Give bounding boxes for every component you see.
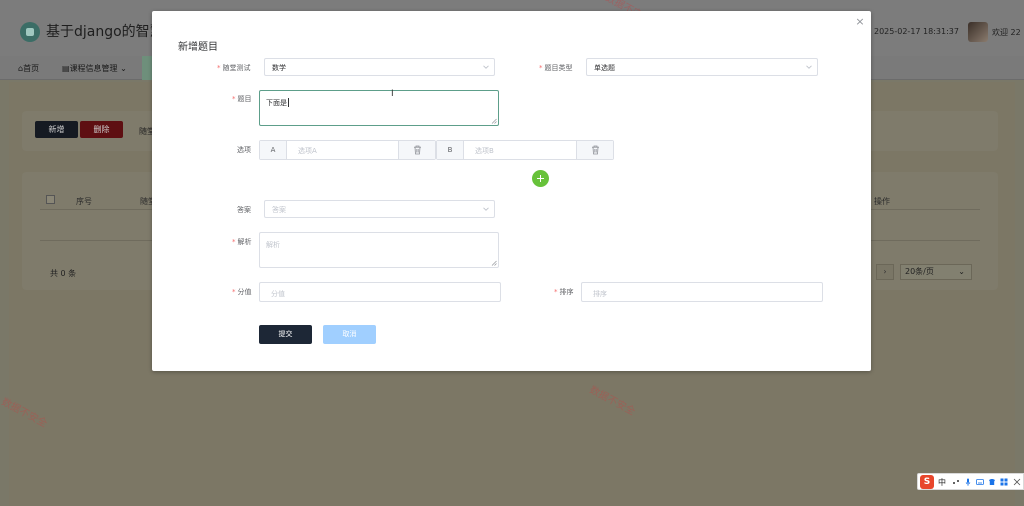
- expand-icon[interactable]: [1013, 478, 1021, 486]
- bg-delete-button[interactable]: 删除: [80, 121, 123, 138]
- header-index: 序号: [76, 197, 92, 206]
- option-b-delete-button[interactable]: [576, 141, 613, 159]
- question-label: * 题目: [232, 95, 252, 103]
- ime-logo-icon[interactable]: S: [920, 475, 934, 489]
- chevron-down-icon: ⌄: [958, 267, 965, 276]
- answer-placeholder: 答案: [272, 206, 286, 214]
- pagination-total: 共 0 条: [50, 269, 77, 278]
- header-operations: 操作: [874, 197, 890, 206]
- chevron-down-icon: [806, 65, 812, 69]
- analysis-label-text: 解析: [237, 238, 252, 246]
- quiz-label-text: 随堂测试: [222, 64, 251, 72]
- option-b-letter: B: [437, 141, 464, 159]
- question-label-text: 题目: [237, 95, 252, 103]
- page-size-value: 20条/页: [905, 267, 934, 276]
- score-input[interactable]: 分值: [259, 282, 501, 302]
- chevron-down-icon: [483, 65, 489, 69]
- microphone-icon[interactable]: [964, 478, 972, 486]
- pager-next-button[interactable]: ›: [876, 264, 894, 280]
- cancel-button[interactable]: 取消: [323, 325, 376, 344]
- quiz-select[interactable]: 数学: [264, 58, 495, 76]
- score-placeholder: 分值: [271, 290, 285, 298]
- skin-icon[interactable]: [988, 478, 996, 486]
- close-icon[interactable]: ×: [854, 16, 866, 28]
- analysis-textarea[interactable]: 解析: [259, 232, 499, 268]
- ime-toolbar: S 中: [917, 473, 1024, 490]
- option-a-input[interactable]: 选项A: [298, 146, 317, 156]
- sort-label: * 排序: [554, 288, 574, 296]
- type-select-value: 单选题: [594, 64, 615, 72]
- add-option-button[interactable]: [532, 170, 549, 187]
- trash-icon: [414, 145, 421, 155]
- welcome-text[interactable]: 欢迎 22: [992, 27, 1021, 38]
- text-cursor: [288, 98, 289, 107]
- resize-handle-icon[interactable]: [491, 260, 497, 266]
- select-all-checkbox[interactable]: [46, 195, 55, 204]
- question-value: 下面是: [266, 99, 287, 107]
- type-label-text: 题目类型: [544, 64, 573, 72]
- ime-mode-toggle[interactable]: 中: [938, 477, 946, 488]
- quiz-select-value: 数学: [272, 64, 286, 72]
- score-label: * 分值: [232, 288, 252, 296]
- question-textarea[interactable]: 下面是: [259, 90, 499, 126]
- punctuation-icon[interactable]: [952, 478, 960, 486]
- sort-label-text: 排序: [559, 288, 574, 296]
- analysis-label: * 解析: [232, 238, 252, 246]
- datetime-display: 2025-02-17 18:31:37: [874, 27, 959, 36]
- keyboard-icon[interactable]: [976, 478, 984, 486]
- app-logo-icon: [20, 22, 40, 42]
- sort-input[interactable]: 排序: [581, 282, 823, 302]
- type-label: * 题目类型: [539, 64, 573, 72]
- avatar[interactable]: [968, 22, 988, 42]
- resize-handle-icon[interactable]: [491, 118, 497, 124]
- type-select[interactable]: 单选题: [586, 58, 818, 76]
- page-size-select[interactable]: 20条/页 ⌄: [900, 264, 972, 280]
- option-b-input-group: B 选项B: [436, 140, 614, 160]
- dialog-title: 新增题目: [178, 42, 218, 53]
- trash-icon: [592, 145, 599, 155]
- nav-course-label: 课程信息管理: [69, 64, 118, 73]
- score-label-text: 分值: [237, 288, 252, 296]
- nav-course-menu[interactable]: ▤课程信息管理 ⌄: [62, 63, 127, 74]
- toolbox-icon[interactable]: [1000, 478, 1008, 486]
- mouse-ibeam-cursor-icon: I: [391, 89, 394, 99]
- sort-placeholder: 排序: [593, 290, 607, 298]
- option-b-input[interactable]: 选项B: [475, 146, 494, 156]
- option-a-input-group: A 选项A: [259, 140, 436, 160]
- nav-home[interactable]: ⌂首页: [18, 63, 39, 74]
- answer-select[interactable]: 答案: [264, 200, 495, 218]
- option-a-letter: A: [260, 141, 287, 159]
- analysis-placeholder: 解析: [266, 241, 280, 249]
- quiz-label: * 随堂测试: [217, 64, 251, 72]
- question-text: 下面是: [266, 98, 289, 108]
- options-label: 选项: [237, 146, 251, 154]
- chevron-down-icon: [483, 207, 489, 211]
- answer-label: 答案: [237, 206, 251, 214]
- bg-add-button[interactable]: 新增: [35, 121, 78, 138]
- user-area: 2025-02-17 18:31:37 欢迎 22: [864, 20, 1024, 44]
- nav-home-label: 首页: [23, 64, 40, 73]
- option-a-delete-button[interactable]: [398, 141, 435, 159]
- submit-button[interactable]: 提交: [259, 325, 312, 344]
